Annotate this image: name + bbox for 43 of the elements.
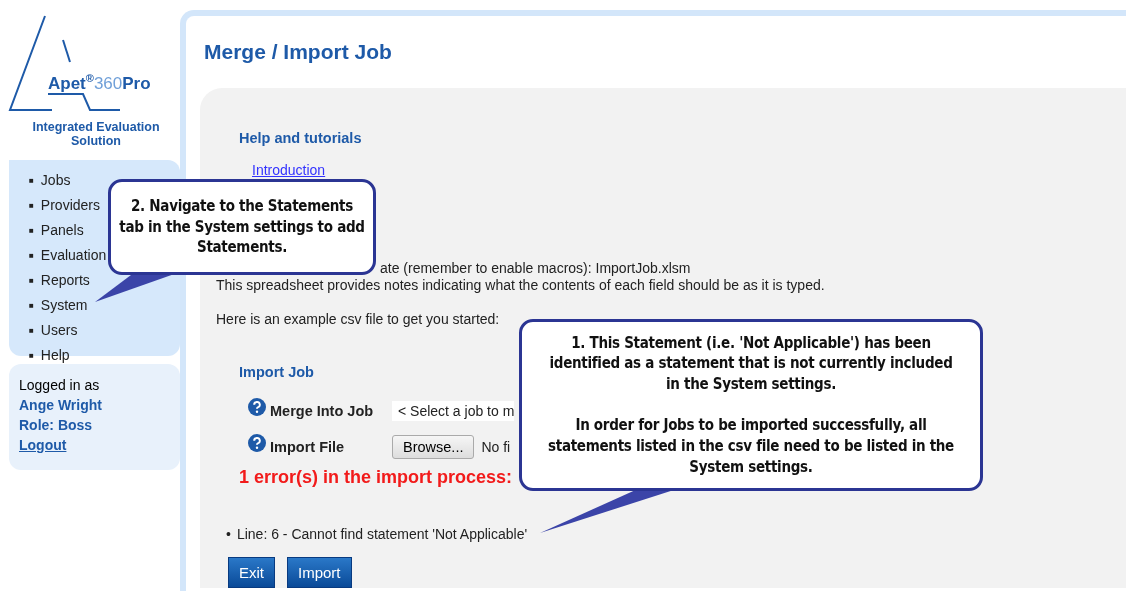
nav-link[interactable]: Reports <box>40 271 90 290</box>
user-role: Role: Boss <box>19 416 94 435</box>
help-icon[interactable] <box>248 398 266 416</box>
user-name: Ange Wright <box>19 396 103 415</box>
page-title: Merge / Import Job <box>203 39 393 65</box>
example-text: Here is an example csv file to get you started: <box>216 311 501 327</box>
help-icon[interactable] <box>248 434 266 452</box>
notes-text: This spreadsheet provides notes indicating what the contents of each field should be as it is typed. <box>216 277 826 293</box>
bullet-marker: • <box>226 526 231 542</box>
nav-link[interactable]: Help <box>40 346 70 365</box>
bullet-marker: ■ <box>29 325 34 337</box>
section-heading: Help and tutorials <box>239 130 362 146</box>
browse-button[interactable]: Browse... <box>392 435 475 459</box>
bullet-marker: ■ <box>29 300 34 312</box>
file-status: No fi <box>481 439 511 455</box>
error-message: Line: 6 - Cannot find statement 'Not Applicable' <box>236 526 528 542</box>
section-heading: Import Job <box>239 364 314 380</box>
job-select[interactable]: < Select a job to m <box>392 401 515 421</box>
error-heading: 1 error(s) in the import process: <box>239 467 513 488</box>
callout-bubble: 2. Navigate to the Statements tab in the System settings to add Statements. <box>108 179 376 275</box>
nav-link[interactable]: Providers <box>40 196 100 215</box>
field-label: Merge Into Job <box>270 403 375 419</box>
nav-link[interactable]: Users <box>40 321 78 340</box>
bullet-marker: ■ <box>29 225 34 237</box>
logout-link[interactable]: Logout <box>19 437 67 453</box>
nav-link[interactable]: Panels <box>40 221 84 240</box>
session-label: Logged in as <box>19 377 100 393</box>
nav-link[interactable]: Jobs <box>40 171 71 190</box>
logo-tagline: Integrated Evaluation Solution <box>31 120 161 148</box>
action-button[interactable]: Exit <box>228 557 275 588</box>
logo-text: Apet$^{®}$360Pro <box>48 72 151 94</box>
nav-link[interactable]: Evaluation <box>40 246 107 265</box>
bullet-marker: ■ <box>29 250 34 262</box>
bullet-marker: ■ <box>29 350 34 362</box>
callout-bubble: 1. This Statement (i.e. 'Not Applicable') has been identified as a statement that is not currently included in the System settings. In order for Jobs to be imported successfully, all statements listed in the csv file need to be listed in the System settings. <box>519 319 983 491</box>
bullet-marker: ■ <box>29 200 34 212</box>
template-text: ate (remember to enable macros): ImportJob.xlsm <box>380 260 692 276</box>
field-label: Import File <box>270 439 346 455</box>
introduction-link[interactable]: Introduction <box>252 162 326 178</box>
action-button[interactable]: Import <box>287 557 352 588</box>
bullet-marker: ■ <box>29 175 34 187</box>
bullet-marker: ■ <box>29 275 34 287</box>
nav-link[interactable]: System <box>40 296 88 315</box>
